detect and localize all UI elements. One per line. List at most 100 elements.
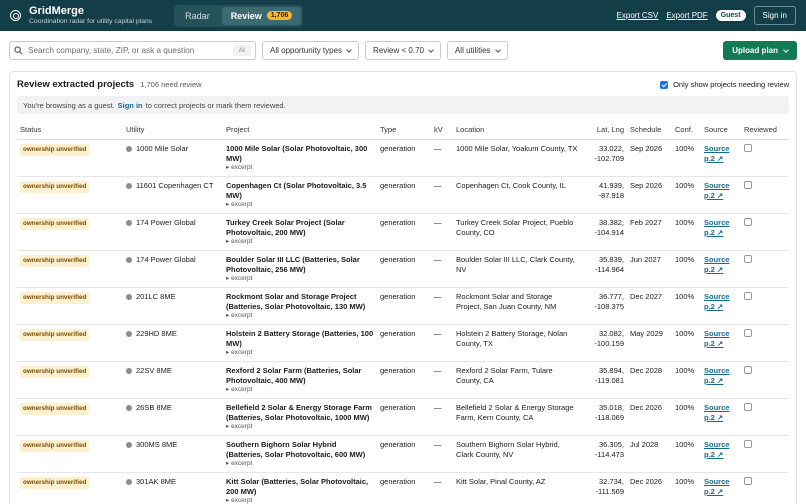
excerpt-toggle[interactable]: ▸ excerpt [226, 238, 374, 246]
excerpt-toggle[interactable]: ▸ excerpt [226, 386, 374, 394]
source-link[interactable]: Source [704, 255, 738, 265]
source-page-link[interactable]: p.2 ↗ [704, 191, 738, 201]
excerpt-toggle[interactable]: ▸ excerpt [226, 423, 374, 431]
project-cell: 1000 Mile Solar (Solar Photovoltaic, 300… [223, 139, 377, 177]
table-row: ownership unverified 26SB 8ME Bellefield 2… [17, 398, 789, 436]
column-header[interactable]: kV [431, 120, 453, 140]
utility-name: 201LC 8ME [136, 292, 176, 301]
checkbox-checked-icon[interactable] [660, 80, 669, 89]
status-badge: ownership unverified [20, 477, 90, 489]
table-row: ownership unverified 174 Power Global Boul… [17, 250, 789, 288]
utility-name: 301AK 8ME [136, 477, 177, 486]
source-link[interactable]: Source [704, 181, 738, 191]
utility-cell: 301AK 8ME [123, 472, 223, 504]
source-link[interactable]: Source [704, 144, 738, 154]
lat-value: 36.305, [598, 440, 624, 449]
status-cell: ownership unverified [17, 472, 123, 504]
excerpt-toggle[interactable]: ▸ excerpt [226, 201, 374, 209]
confidence-cell: 100% [672, 213, 701, 251]
reviewed-cell [741, 287, 789, 325]
export-pdf-link[interactable]: Export PDF [666, 11, 707, 20]
source-link[interactable]: Source [704, 366, 738, 376]
excerpt-toggle[interactable]: ▸ excerpt [226, 460, 374, 468]
reviewed-checkbox[interactable] [744, 255, 752, 263]
source-page-link[interactable]: p.2 ↗ [704, 302, 738, 312]
excerpt-toggle[interactable]: ▸ excerpt [226, 349, 374, 357]
table-header: Status Utility Project Type kV Location Lat, L… [17, 120, 789, 140]
notice-sign-in-link[interactable]: Sign in [118, 101, 143, 110]
source-cell: Source p.2 ↗ [701, 472, 741, 504]
chevron-down-icon [783, 46, 789, 53]
source-page-link[interactable]: p.2 ↗ [704, 487, 738, 497]
tab-review[interactable]: Review 1,706 [221, 6, 302, 25]
source-page-link[interactable]: p.2 ↗ [704, 376, 738, 386]
reviewed-checkbox[interactable] [744, 329, 752, 337]
kv-cell: — [431, 435, 453, 473]
source-page-link[interactable]: p.2 ↗ [704, 228, 738, 238]
table-row: ownership unverified 201LC 8ME Rockmont So… [17, 287, 789, 325]
column-header[interactable]: Reviewed [741, 120, 789, 140]
reviewed-checkbox[interactable] [744, 144, 752, 152]
status-cell: ownership unverified [17, 324, 123, 362]
reviewed-checkbox[interactable] [744, 403, 752, 411]
project-name: Rexford 2 Solar Farm (Batteries, Solar P… [226, 366, 362, 385]
source-link[interactable]: Source [704, 440, 738, 450]
lng-value: -102.709 [594, 154, 624, 163]
export-csv-link[interactable]: Export CSV [617, 11, 659, 20]
status-cell: ownership unverified [17, 213, 123, 251]
lat-value: 32.734, [598, 477, 624, 486]
opportunity-type-select[interactable]: All opportunity types [262, 41, 360, 60]
reviewed-checkbox[interactable] [744, 181, 752, 189]
source-page-link[interactable]: p.2 ↗ [704, 265, 738, 275]
guest-badge: Guest [715, 10, 746, 21]
utilities-value: All utilities [454, 46, 491, 55]
source-page-link[interactable]: p.2 ↗ [704, 154, 738, 164]
opportunity-type-value: All opportunity types [270, 46, 343, 55]
utilities-select[interactable]: All utilities [446, 41, 508, 60]
column-header[interactable]: Status [17, 120, 123, 140]
excerpt-toggle[interactable]: ▸ excerpt [226, 164, 374, 172]
excerpt-toggle[interactable]: ▸ excerpt [226, 497, 374, 504]
reviewed-checkbox[interactable] [744, 292, 752, 300]
review-threshold-select[interactable]: Review < 0.70 [365, 41, 441, 60]
source-link[interactable]: Source [704, 477, 738, 487]
column-header[interactable]: Source [701, 120, 741, 140]
type-cell: generation [377, 139, 431, 177]
column-header[interactable]: Utility [123, 120, 223, 140]
column-header[interactable]: Project [223, 120, 377, 140]
source-page-link[interactable]: p.2 ↗ [704, 413, 738, 423]
status-cell: ownership unverified [17, 176, 123, 214]
source-link[interactable]: Source [704, 218, 738, 228]
utility-dot-icon [126, 368, 132, 374]
reviewed-checkbox[interactable] [744, 440, 752, 448]
notice-text-end: to correct projects or mark them reviewe… [145, 100, 286, 110]
column-header[interactable]: Lat, Lng [581, 120, 627, 140]
column-header[interactable]: Conf. [672, 120, 701, 140]
search-placeholder: Search company, state, ZIP, or ask a que… [28, 46, 195, 55]
location-cell: Turkey Creek Solar Project, Pueblo Count… [453, 213, 581, 251]
source-page-link[interactable]: p.2 ↗ [704, 339, 738, 349]
lng-value: -111.569 [595, 487, 625, 496]
column-header[interactable]: Location [453, 120, 581, 140]
reviewed-checkbox[interactable] [744, 477, 752, 485]
source-page-link[interactable]: p.2 ↗ [704, 450, 738, 460]
source-link[interactable]: Source [704, 292, 738, 302]
reviewed-checkbox[interactable] [744, 218, 752, 226]
column-header[interactable]: Schedule [627, 120, 672, 140]
brand[interactable]: GridMerge Coordination radar for utility… [10, 5, 152, 26]
source-link[interactable]: Source [704, 329, 738, 339]
upload-plan-button[interactable]: Upload plan [723, 41, 797, 60]
lng-value: -114.964 [594, 265, 624, 274]
only-needing-review-toggle[interactable]: Only show projects needing review [660, 80, 789, 89]
radar-logo-icon [10, 10, 21, 21]
reviewed-checkbox[interactable] [744, 366, 752, 374]
column-header[interactable]: Type [377, 120, 431, 140]
tab-radar[interactable]: Radar [176, 7, 219, 25]
excerpt-toggle[interactable]: ▸ excerpt [226, 275, 374, 283]
sign-in-button[interactable]: Sign in [753, 6, 796, 25]
excerpt-toggle[interactable]: ▸ excerpt [226, 312, 374, 320]
search-input[interactable]: Search company, state, ZIP, or ask a que… [9, 41, 256, 60]
ai-toggle[interactable]: AI [232, 45, 251, 56]
status-badge: ownership unverified [20, 403, 90, 415]
source-link[interactable]: Source [704, 403, 738, 413]
